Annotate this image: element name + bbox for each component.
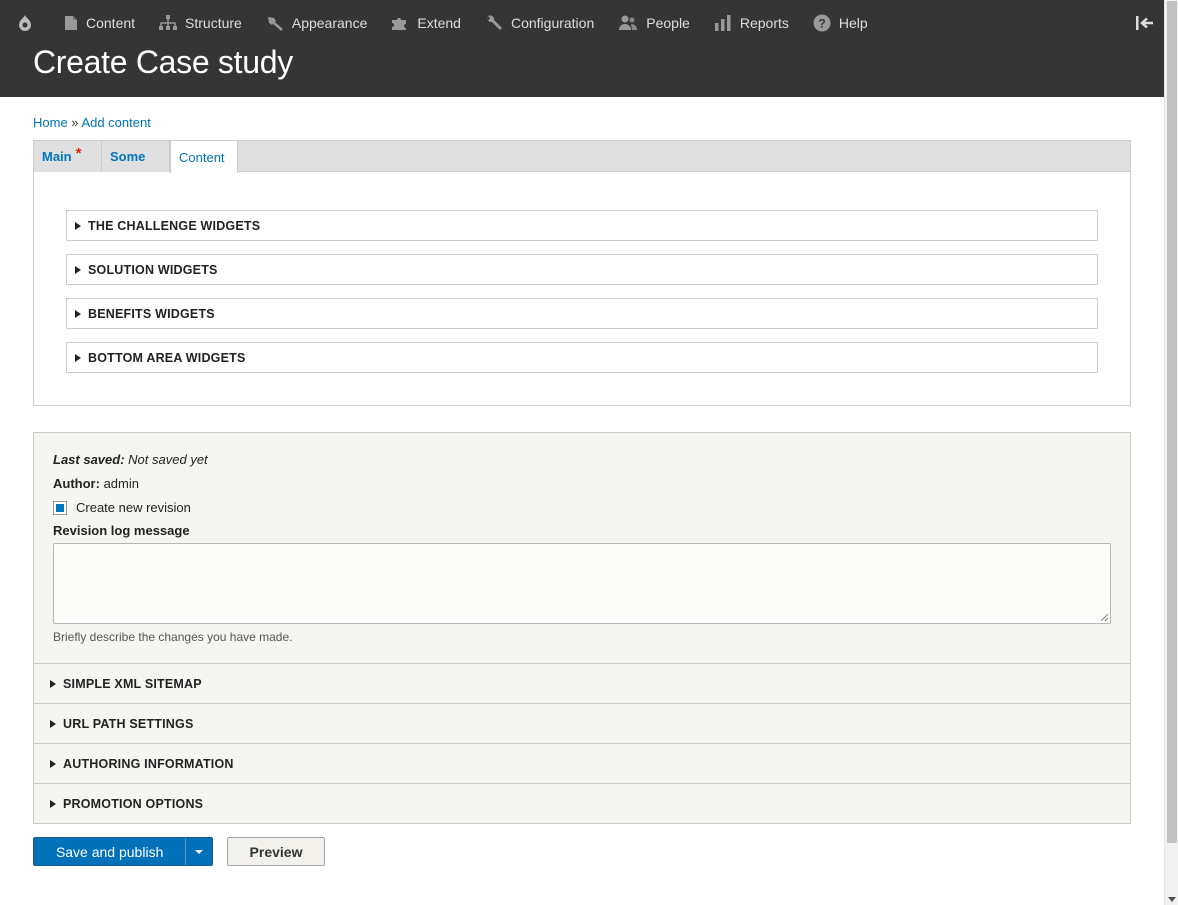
- toolbar-item-content[interactable]: Content: [52, 0, 147, 46]
- details-summary: SOLUTION WIDGETS: [88, 262, 218, 277]
- details-bottom-area-widgets[interactable]: BOTTOM AREA WIDGETS: [66, 342, 1098, 373]
- toolbar-item-reports[interactable]: Reports: [702, 0, 801, 46]
- admin-toolbar: Content Structure Appearance Extend Conf…: [0, 0, 1164, 97]
- sitemap-icon: [159, 15, 178, 30]
- toolbar-item-extend[interactable]: Extend: [379, 0, 473, 46]
- drupal-home-button[interactable]: [0, 0, 52, 46]
- author-value: admin: [103, 476, 139, 491]
- toolbar-item-label: Structure: [185, 15, 242, 31]
- help-icon: ?: [813, 14, 831, 32]
- details-authoring-information[interactable]: AUTHORING INFORMATION: [34, 743, 1130, 783]
- last-saved: Last saved: Not saved yet: [53, 452, 208, 467]
- revision-log-textarea[interactable]: [53, 543, 1111, 624]
- details-simple-xml-sitemap[interactable]: SIMPLE XML SITEMAP: [34, 663, 1130, 703]
- create-new-revision-checkbox[interactable]: Create new revision: [53, 500, 191, 515]
- breadcrumb-add-content-link[interactable]: Add content: [81, 115, 150, 130]
- tab-main[interactable]: Main *: [34, 141, 102, 172]
- toolbar-item-label: People: [646, 15, 690, 31]
- toolbar-item-label: Extend: [417, 15, 461, 31]
- last-saved-value: Not saved yet: [128, 452, 208, 467]
- details-benefits-widgets[interactable]: BENEFITS WIDGETS: [66, 298, 1098, 329]
- drupal-logo-icon: [19, 15, 31, 31]
- toolbar-item-appearance[interactable]: Appearance: [254, 0, 380, 46]
- toolbar-item-configuration[interactable]: Configuration: [473, 0, 606, 46]
- puzzle-icon: [392, 18, 407, 30]
- details-summary: URL PATH SETTINGS: [63, 716, 194, 731]
- expand-triangle-icon: [50, 759, 56, 768]
- toolbar-item-label: Configuration: [510, 15, 595, 31]
- file-icon: [65, 16, 77, 30]
- details-challenge-widgets[interactable]: THE CHALLENGE WIDGETS: [66, 210, 1098, 241]
- details-summary: BOTTOM AREA WIDGETS: [88, 350, 246, 365]
- expand-triangle-icon: [50, 679, 56, 688]
- expand-triangle-icon: [75, 353, 81, 362]
- toolbar-collapse-button[interactable]: [1134, 12, 1156, 34]
- author: Author: admin: [53, 476, 139, 491]
- details-summary: PROMOTION OPTIONS: [63, 796, 204, 811]
- paintbrush-icon: [267, 17, 283, 31]
- details-url-path-settings[interactable]: URL PATH SETTINGS: [34, 703, 1130, 743]
- tab-content[interactable]: Content: [170, 141, 238, 173]
- revision-log-description: Briefly describe the changes you have ma…: [53, 630, 293, 644]
- checkbox-checked-mark: [56, 503, 64, 512]
- required-marker: *: [75, 145, 82, 162]
- toolbar-bar: Content Structure Appearance Extend Conf…: [0, 0, 1164, 46]
- toolbar-item-label: Help: [838, 15, 868, 31]
- details-summary: SIMPLE XML SITEMAP: [63, 676, 202, 691]
- wrench-icon: [486, 15, 502, 30]
- svg-text:?: ?: [818, 17, 825, 31]
- save-and-publish-button[interactable]: Save and publish: [33, 837, 213, 866]
- publish-dropdown-toggle[interactable]: [186, 849, 212, 854]
- toolbar-item-help[interactable]: ? Help: [801, 0, 880, 46]
- collapse-sidebar-icon: [1136, 16, 1153, 30]
- tab-content-label: Content: [179, 149, 225, 165]
- expand-triangle-icon: [50, 799, 56, 808]
- revision-log-label: Revision log message: [53, 523, 190, 538]
- toolbar-item-label: Reports: [739, 15, 789, 31]
- scrollbar-thumb[interactable]: [1167, 1, 1177, 843]
- entity-meta-panel: Last saved: Not saved yet Author: admin …: [33, 432, 1131, 824]
- field-group-tabs: Main * Some Content THE CHALLENGE WIDGET…: [33, 140, 1131, 406]
- bar-chart-icon: [714, 15, 731, 31]
- vertical-scrollbar[interactable]: [1164, 0, 1178, 905]
- scroll-down-arrow-icon[interactable]: [1168, 897, 1176, 902]
- details-summary: THE CHALLENGE WIDGETS: [88, 218, 261, 233]
- people-icon: [619, 15, 638, 30]
- author-label: Author:: [53, 476, 100, 491]
- tab-some[interactable]: Some: [102, 141, 170, 172]
- toolbar-item-people[interactable]: People: [606, 0, 702, 46]
- create-new-revision-label: Create new revision: [76, 500, 191, 515]
- tab-bar: Main * Some Content: [34, 141, 1130, 173]
- caret-down-icon: [195, 849, 204, 854]
- toolbar-item-label: Content: [86, 15, 136, 31]
- details-promotion-options[interactable]: PROMOTION OPTIONS: [34, 783, 1130, 823]
- breadcrumb-separator: »: [67, 115, 82, 130]
- expand-triangle-icon: [75, 309, 81, 318]
- details-summary: BENEFITS WIDGETS: [88, 306, 215, 321]
- details-summary: AUTHORING INFORMATION: [63, 756, 234, 771]
- tab-main-label: Main: [42, 149, 72, 164]
- breadcrumb: Home » Add content: [33, 115, 151, 130]
- save-and-publish-label: Save and publish: [55, 843, 164, 860]
- breadcrumb-home-link[interactable]: Home: [33, 115, 68, 130]
- expand-triangle-icon: [75, 221, 81, 230]
- toolbar-item-structure[interactable]: Structure: [147, 0, 254, 46]
- resize-grip-icon[interactable]: [1100, 613, 1108, 621]
- expand-triangle-icon: [75, 265, 81, 274]
- details-solution-widgets[interactable]: SOLUTION WIDGETS: [66, 254, 1098, 285]
- toolbar-item-label: Appearance: [291, 15, 368, 31]
- expand-triangle-icon: [50, 719, 56, 728]
- tab-some-label: Some: [110, 149, 146, 164]
- page-title: Create Case study: [33, 44, 293, 80]
- checkbox-box[interactable]: [53, 500, 67, 515]
- last-saved-label: Last saved:: [53, 452, 125, 467]
- preview-button[interactable]: Preview: [227, 837, 325, 866]
